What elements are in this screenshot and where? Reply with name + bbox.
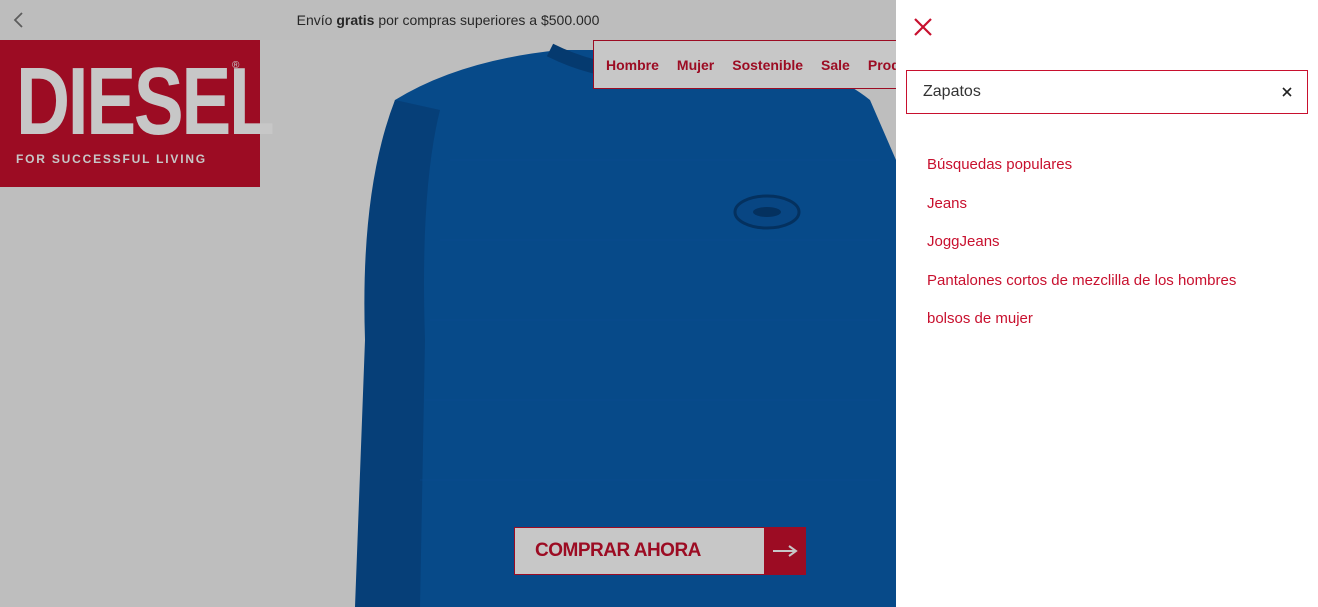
close-icon[interactable] (912, 16, 934, 38)
suggestion-joggjeans[interactable]: JoggJeans (927, 231, 1307, 270)
page-overlay[interactable] (0, 0, 896, 607)
search-suggestions: Búsquedas populares Jeans JoggJeans Pant… (927, 154, 1307, 347)
clear-icon[interactable] (1267, 72, 1307, 112)
suggestion-popular-searches[interactable]: Búsquedas populares (927, 154, 1307, 193)
suggestion-jeans[interactable]: Jeans (927, 193, 1307, 232)
search-input[interactable] (907, 72, 1267, 112)
background-page: Envío gratis por compras superiores a $5… (0, 0, 896, 607)
search-box (906, 70, 1308, 114)
suggestion-womens-bags[interactable]: bolsos de mujer (927, 308, 1307, 347)
search-drawer: Búsquedas populares Jeans JoggJeans Pant… (896, 0, 1318, 607)
suggestion-mens-denim-shorts[interactable]: Pantalones cortos de mezclilla de los ho… (927, 270, 1307, 309)
